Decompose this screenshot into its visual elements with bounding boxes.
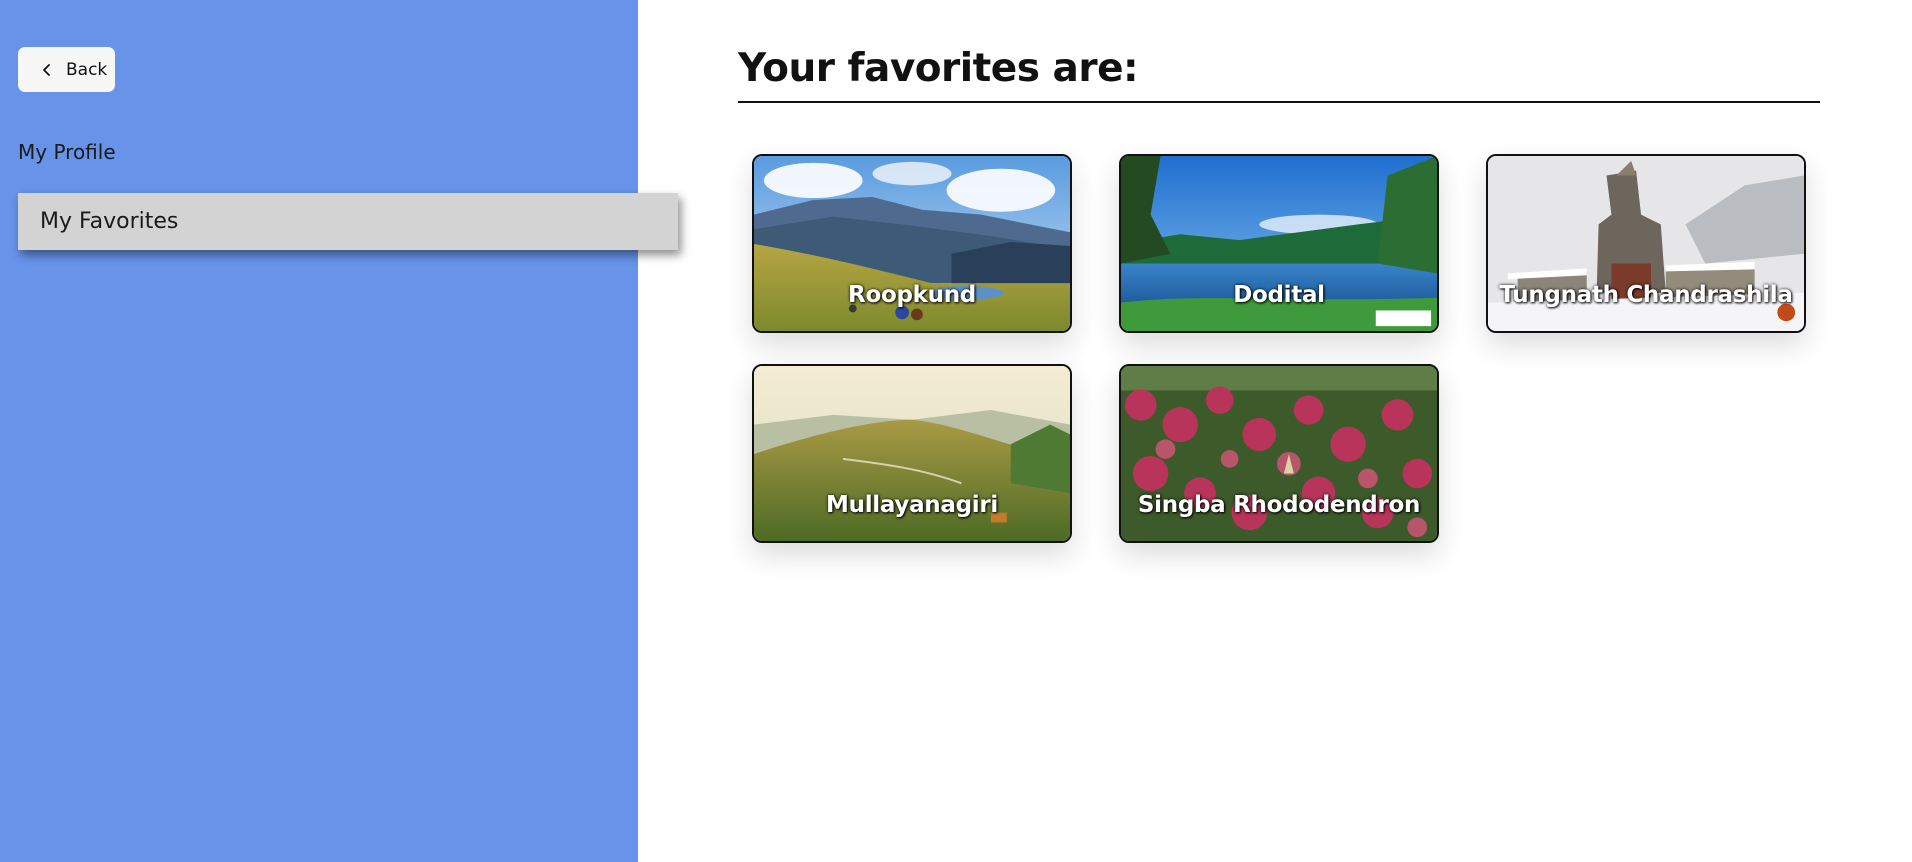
title-divider	[738, 101, 1820, 103]
sidebar-item-label: My Favorites	[40, 209, 179, 234]
favorite-card-singba-rhododendron[interactable]: Singba Rhododendron	[1119, 364, 1439, 543]
back-button-label: Back	[66, 59, 108, 80]
card-title: Mullayanagiri	[826, 492, 998, 518]
card-title: Singba Rhododendron	[1137, 492, 1421, 518]
sidebar: Back My Profile	[0, 0, 638, 862]
app-root: Back My Profile My Favorites Your favori…	[0, 0, 1912, 862]
card-title: Roopkund	[848, 282, 976, 308]
favorite-card-roopkund[interactable]: Roopkund	[752, 154, 1072, 333]
sidebar-item-my-profile[interactable]: My Profile	[18, 140, 116, 164]
chevron-left-icon	[43, 63, 50, 76]
favorite-card-mullayanagiri[interactable]: Mullayanagiri	[752, 364, 1072, 543]
page-title: Your favorites are:	[738, 46, 1139, 91]
card-title: Tungnath Chandrashila	[1499, 282, 1793, 308]
favorite-card-tungnath-chandrashila[interactable]: Tungnath Chandrashila	[1486, 154, 1806, 333]
card-title: Dodital	[1233, 282, 1325, 308]
sidebar-item-my-favorites[interactable]: My Favorites	[18, 193, 678, 250]
favorite-card-dodital[interactable]: Dodital	[1119, 154, 1439, 333]
back-button[interactable]: Back	[18, 47, 115, 92]
